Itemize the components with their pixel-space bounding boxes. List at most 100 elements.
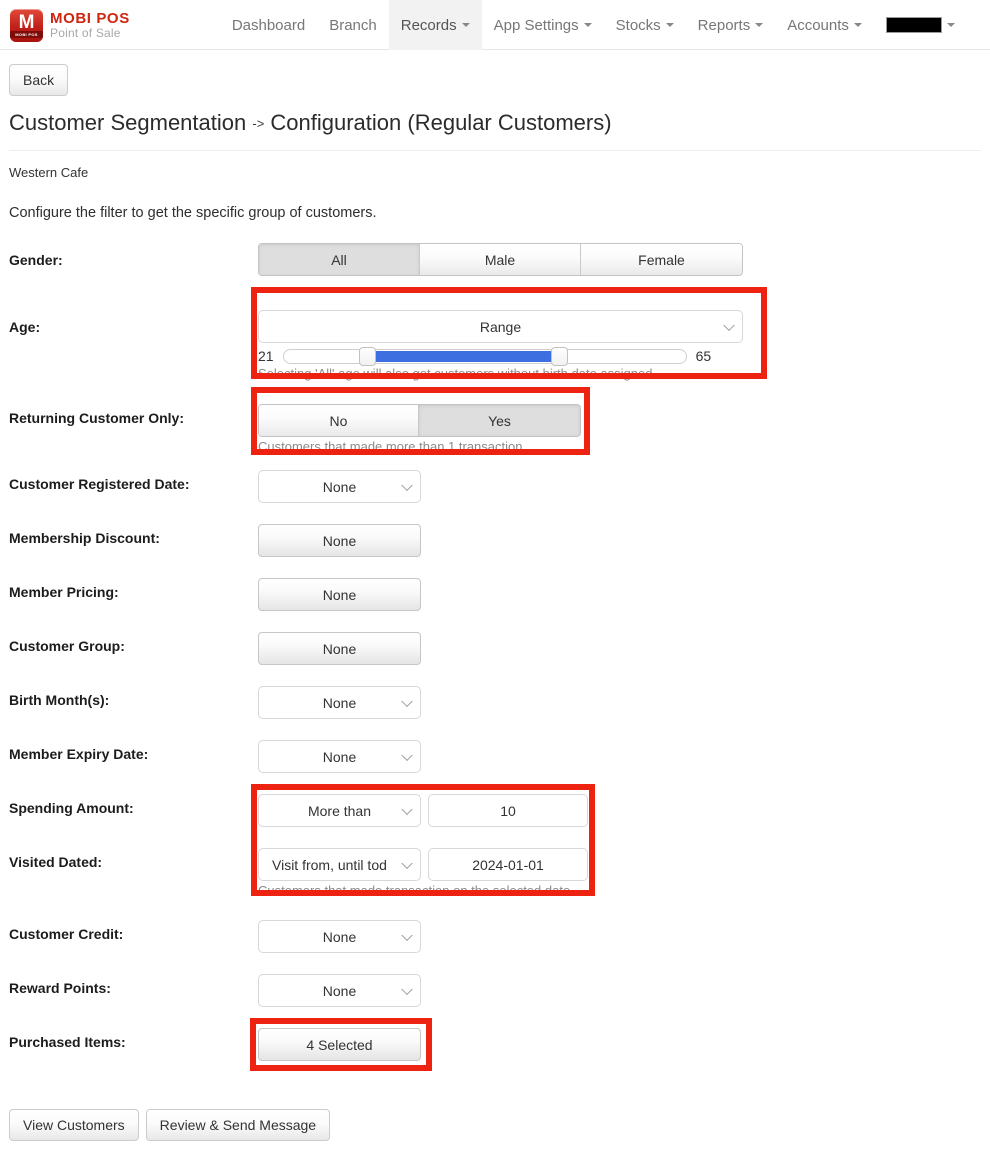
membership-discount-button[interactable]: None — [258, 524, 421, 557]
slider-handle-min[interactable] — [358, 346, 376, 366]
visited-date-input[interactable]: 2024-01-01 — [428, 848, 588, 881]
visited-comparator-value: Visit from, until tod — [272, 856, 387, 873]
nav-item-dashboard[interactable]: Dashboard — [220, 0, 317, 50]
label-purchased-items: Purchased Items: — [9, 1034, 126, 1050]
segmentation-form: Gender: All Male Female Age: Range 21 65… — [9, 243, 981, 1079]
customer-registered-date-select[interactable]: None — [258, 470, 421, 503]
brand-subtitle: Point of Sale — [50, 25, 121, 40]
returning-option-no[interactable]: No — [259, 405, 419, 436]
form-row-member-expiry-date: Member Expiry Date: None — [9, 737, 981, 791]
form-row-customer-registered-date: Customer Registered Date: None — [9, 467, 981, 521]
label-returning-customer: Returning Customer Only: — [9, 410, 185, 426]
age-min-value: 21 — [258, 348, 274, 364]
birth-months-select[interactable]: None — [258, 686, 421, 719]
spending-comparator-value: More than — [307, 802, 372, 819]
chevron-down-icon — [665, 23, 674, 27]
gender-option-male[interactable]: Male — [420, 244, 581, 275]
nav-label: Accounts — [787, 16, 849, 34]
intro-text: Configure the filter to get the specific… — [9, 205, 377, 221]
customer-registered-date-value: None — [322, 478, 357, 495]
redacted-account-name — [885, 17, 942, 33]
chevron-down-icon — [853, 23, 862, 27]
nav-label: Dashboard — [231, 16, 306, 34]
chevron-down-icon — [401, 857, 413, 869]
nav-item-records[interactable]: Records — [388, 0, 482, 50]
brand-title: MOBI POS — [50, 9, 130, 27]
gender-option-female[interactable]: Female — [581, 244, 742, 275]
age-range-slider[interactable]: 21 65 — [258, 346, 981, 366]
form-row-gender: Gender: All Male Female — [9, 243, 981, 297]
nav-items: Dashboard Branch Records App Settings St… — [220, 0, 967, 50]
slider-track[interactable] — [282, 346, 687, 366]
nav-item-accounts[interactable]: Accounts — [775, 0, 874, 50]
member-expiry-date-select[interactable]: None — [258, 740, 421, 773]
age-mode-value: Range — [479, 318, 522, 335]
age-hint: Selecting 'All' age will also get custom… — [258, 366, 657, 381]
form-row-membership-discount: Membership Discount: None — [9, 521, 981, 575]
returning-customer-hint: Customers that made more than 1 transact… — [258, 439, 527, 454]
label-gender: Gender: — [9, 252, 63, 268]
nav-label: Reports — [697, 16, 751, 34]
page-title: Customer Segmentation -> Configuration (… — [9, 110, 981, 151]
view-customers-button[interactable]: View Customers — [9, 1109, 139, 1141]
review-send-message-button[interactable]: Review & Send Message — [145, 1109, 331, 1141]
chevron-down-icon — [401, 749, 413, 761]
gender-option-all[interactable]: All — [259, 244, 420, 275]
top-navbar: M MOBI POS MOBI POS Point of Sale Dashbo… — [0, 0, 990, 50]
spending-amount-input[interactable]: 10 — [428, 794, 588, 827]
reward-points-select[interactable]: None — [258, 974, 421, 1007]
label-reward-points: Reward Points: — [9, 980, 111, 996]
spending-comparator-select[interactable]: More than — [258, 794, 421, 827]
slider-handle-max[interactable] — [550, 346, 568, 366]
nav-label: Stocks — [615, 16, 661, 34]
label-member-pricing: Member Pricing: — [9, 584, 119, 600]
nav-item-stocks[interactable]: Stocks — [604, 0, 686, 50]
nav-label: Branch — [329, 16, 377, 34]
chevron-down-icon — [401, 983, 413, 995]
gender-toggle-group: All Male Female — [258, 243, 743, 276]
chevron-down-icon — [401, 929, 413, 941]
form-row-reward-points: Reward Points: None — [9, 971, 981, 1025]
nav-item-account-user[interactable] — [874, 0, 967, 50]
page-title-sub: Configuration (Regular Customers) — [270, 110, 612, 135]
returning-option-yes[interactable]: Yes — [419, 405, 580, 436]
label-visited-dated: Visited Dated: — [9, 854, 103, 870]
chevron-down-icon — [401, 695, 413, 707]
chevron-down-icon — [401, 803, 413, 815]
reward-points-value: None — [322, 982, 357, 999]
form-row-member-pricing: Member Pricing: None — [9, 575, 981, 629]
visited-comparator-select[interactable]: Visit from, until tod — [258, 848, 421, 881]
nav-item-branch[interactable]: Branch — [317, 0, 389, 50]
customer-credit-value: None — [322, 928, 357, 945]
chevron-down-icon — [946, 23, 955, 27]
age-max-value: 65 — [695, 348, 712, 364]
action-buttons: View Customers Review & Send Message — [9, 1109, 981, 1141]
label-spending-amount: Spending Amount: — [9, 800, 134, 816]
visited-dated-hint: Customers that made transaction on the s… — [258, 883, 574, 898]
purchased-items-button[interactable]: 4 Selected — [258, 1028, 421, 1061]
label-membership-discount: Membership Discount: — [9, 530, 160, 546]
brand-logo[interactable]: M MOBI POS MOBI POS Point of Sale — [0, 0, 140, 50]
mobi-pos-logo-icon: M MOBI POS — [10, 8, 43, 42]
customer-credit-select[interactable]: None — [258, 920, 421, 953]
chevron-down-icon — [723, 319, 735, 331]
nav-label: App Settings — [493, 16, 579, 34]
chevron-down-icon — [461, 23, 470, 27]
page-body: Back Customer Segmentation -> Configurat… — [0, 50, 990, 1141]
logo-sub-text: MOBI POS — [10, 30, 43, 38]
logo-letter: M — [18, 11, 35, 33]
form-row-birth-months: Birth Month(s): None — [9, 683, 981, 737]
customer-group-button[interactable]: None — [258, 632, 421, 665]
nav-item-app-settings[interactable]: App Settings — [482, 0, 604, 50]
form-row-purchased-items: Purchased Items: 4 Selected — [9, 1025, 981, 1079]
chevron-down-icon — [583, 23, 592, 27]
label-age: Age: — [9, 319, 41, 335]
label-member-expiry-date: Member Expiry Date: — [9, 746, 149, 762]
form-row-returning-customer: Returning Customer Only: No Yes Customer… — [9, 397, 981, 467]
page-title-main: Customer Segmentation — [9, 110, 247, 135]
back-button[interactable]: Back — [9, 64, 69, 96]
nav-item-reports[interactable]: Reports — [686, 0, 776, 50]
form-row-visited-dated: Visited Dated: Visit from, until tod 202… — [9, 845, 981, 917]
age-mode-select[interactable]: Range — [258, 310, 743, 343]
member-pricing-button[interactable]: None — [258, 578, 421, 611]
